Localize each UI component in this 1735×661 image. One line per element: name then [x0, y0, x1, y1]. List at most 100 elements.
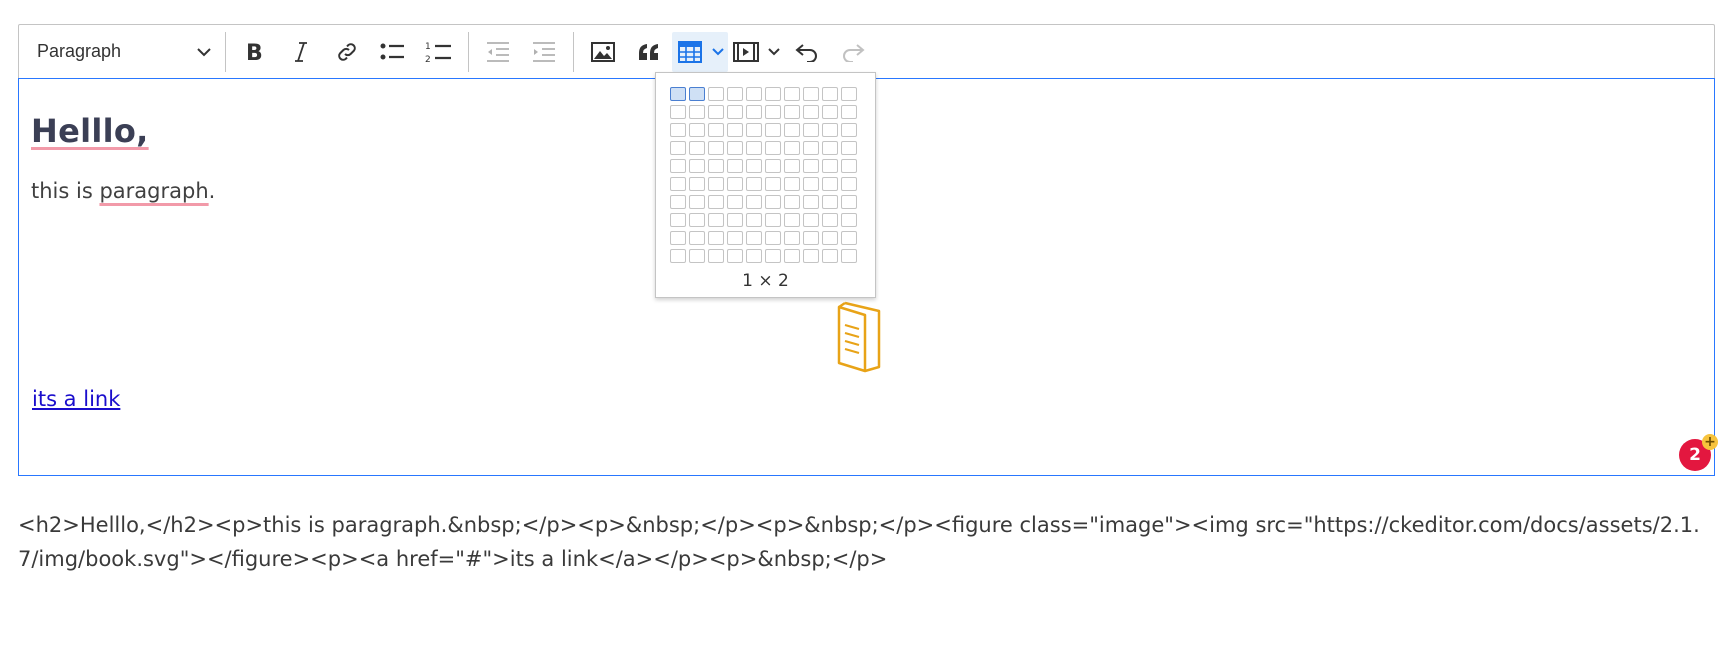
table-grid-cell[interactable] — [670, 195, 686, 209]
table-grid-cell[interactable] — [708, 195, 724, 209]
table-grid-cell[interactable] — [765, 159, 781, 173]
table-grid-cell[interactable] — [822, 123, 838, 137]
table-grid-cell[interactable] — [841, 249, 857, 263]
book-image-figure[interactable] — [831, 301, 891, 373]
italic-button[interactable] — [278, 32, 324, 72]
table-grid-cell[interactable] — [727, 249, 743, 263]
media-dropdown-arrow[interactable] — [764, 32, 784, 72]
table-grid-cell[interactable] — [822, 87, 838, 101]
table-grid-cell[interactable] — [708, 105, 724, 119]
table-grid-cell[interactable] — [727, 141, 743, 155]
table-grid-cell[interactable] — [765, 141, 781, 155]
table-grid-cell[interactable] — [803, 213, 819, 227]
table-grid-cell[interactable] — [822, 213, 838, 227]
table-grid-cell[interactable] — [708, 213, 724, 227]
table-grid-cell[interactable] — [803, 195, 819, 209]
table-grid-cell[interactable] — [708, 249, 724, 263]
table-grid-cell[interactable] — [746, 213, 762, 227]
bold-button[interactable]: B — [232, 32, 278, 72]
redo-button[interactable] — [830, 32, 876, 72]
table-grid-cell[interactable] — [803, 141, 819, 155]
table-grid-cell[interactable] — [765, 249, 781, 263]
table-grid-cell[interactable] — [727, 87, 743, 101]
table-grid-cell[interactable] — [803, 249, 819, 263]
table-grid-cell[interactable] — [708, 141, 724, 155]
table-grid-cell[interactable] — [708, 231, 724, 245]
table-grid-cell[interactable] — [822, 141, 838, 155]
table-grid-cell[interactable] — [765, 213, 781, 227]
table-grid-cell[interactable] — [822, 177, 838, 191]
insert-table-button[interactable] — [672, 32, 708, 72]
table-grid-cell[interactable] — [689, 87, 705, 101]
insert-image-button[interactable] — [580, 32, 626, 72]
insert-media-button[interactable] — [728, 32, 764, 72]
table-grid-cell[interactable] — [765, 231, 781, 245]
table-grid-cell[interactable] — [746, 231, 762, 245]
table-grid-cell[interactable] — [708, 123, 724, 137]
table-grid-cell[interactable] — [727, 195, 743, 209]
table-grid-cell[interactable] — [784, 141, 800, 155]
table-grid-cell[interactable] — [784, 177, 800, 191]
table-grid-cell[interactable] — [803, 177, 819, 191]
table-grid-cell[interactable] — [708, 87, 724, 101]
table-grid-cell[interactable] — [689, 213, 705, 227]
table-grid-cell[interactable] — [689, 231, 705, 245]
table-grid-cell[interactable] — [670, 177, 686, 191]
undo-button[interactable] — [784, 32, 830, 72]
table-dropdown-arrow[interactable] — [708, 32, 728, 72]
table-grid-cell[interactable] — [727, 231, 743, 245]
table-grid-cell[interactable] — [765, 195, 781, 209]
table-grid-cell[interactable] — [670, 249, 686, 263]
table-grid-cell[interactable] — [689, 123, 705, 137]
table-grid-cell[interactable] — [689, 249, 705, 263]
outdent-button[interactable] — [475, 32, 521, 72]
table-grid-cell[interactable] — [803, 123, 819, 137]
table-grid-cell[interactable] — [784, 123, 800, 137]
table-grid-cell[interactable] — [822, 231, 838, 245]
table-grid-cell[interactable] — [689, 105, 705, 119]
table-grid-cell[interactable] — [803, 87, 819, 101]
table-grid-cell[interactable] — [727, 177, 743, 191]
table-grid-cell[interactable] — [803, 105, 819, 119]
table-grid-cell[interactable] — [841, 231, 857, 245]
table-grid-cell[interactable] — [841, 105, 857, 119]
table-grid-cell[interactable] — [689, 141, 705, 155]
table-grid-cell[interactable] — [822, 105, 838, 119]
table-grid-cell[interactable] — [841, 141, 857, 155]
table-grid-cell[interactable] — [670, 87, 686, 101]
table-grid-cell[interactable] — [841, 213, 857, 227]
table-grid-cell[interactable] — [727, 213, 743, 227]
table-grid-cell[interactable] — [765, 105, 781, 119]
table-grid-cell[interactable] — [784, 87, 800, 101]
table-grid-cell[interactable] — [708, 159, 724, 173]
table-grid-cell[interactable] — [841, 87, 857, 101]
indent-button[interactable] — [521, 32, 567, 72]
heading-dropdown[interactable]: Paragraph — [29, 32, 219, 72]
table-grid-cell[interactable] — [670, 159, 686, 173]
link-button[interactable] — [324, 32, 370, 72]
table-grid-cell[interactable] — [746, 249, 762, 263]
table-grid-cell[interactable] — [746, 159, 762, 173]
table-grid-cell[interactable] — [765, 87, 781, 101]
table-grid-cell[interactable] — [670, 141, 686, 155]
table-grid-cell[interactable] — [746, 87, 762, 101]
table-grid-cell[interactable] — [746, 141, 762, 155]
table-grid-cell[interactable] — [784, 213, 800, 227]
table-grid-cell[interactable] — [784, 249, 800, 263]
table-grid-cell[interactable] — [670, 105, 686, 119]
table-grid-cell[interactable] — [689, 195, 705, 209]
table-grid-cell[interactable] — [727, 159, 743, 173]
table-grid-cell[interactable] — [822, 159, 838, 173]
bulleted-list-button[interactable] — [370, 32, 416, 72]
numbered-list-button[interactable]: 1 2 — [416, 32, 462, 72]
table-grid-cell[interactable] — [765, 123, 781, 137]
table-grid-cell[interactable] — [670, 123, 686, 137]
table-grid-cell[interactable] — [803, 231, 819, 245]
table-grid-cell[interactable] — [708, 177, 724, 191]
table-grid-cell[interactable] — [746, 177, 762, 191]
table-grid-cell[interactable] — [803, 159, 819, 173]
table-grid-cell[interactable] — [746, 123, 762, 137]
table-grid-cell[interactable] — [784, 159, 800, 173]
table-grid-cell[interactable] — [822, 249, 838, 263]
table-grid-cell[interactable] — [784, 105, 800, 119]
